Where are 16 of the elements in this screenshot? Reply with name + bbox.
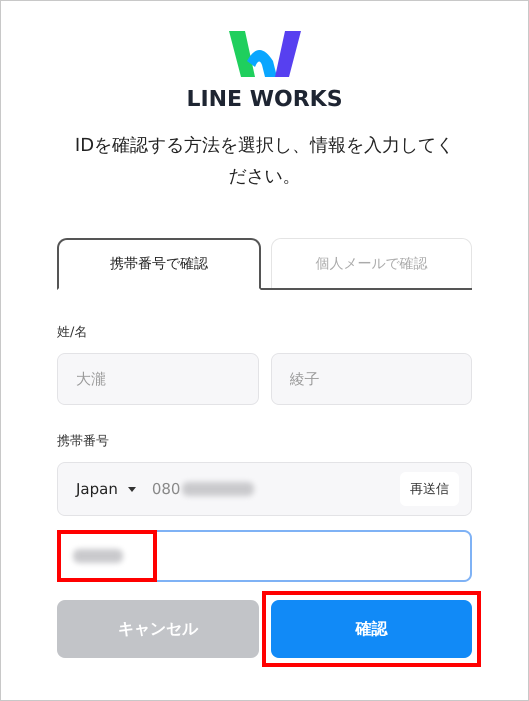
logo-icon xyxy=(228,31,300,77)
caret-icon xyxy=(128,486,136,492)
instruction-text: IDを確認する方法を選択し、情報を入力してください。 xyxy=(74,134,456,189)
logo-wordmark: LINE WORKS xyxy=(186,87,343,112)
name-field[interactable]: 大瀧 xyxy=(57,353,258,405)
phone-number: 080 xyxy=(152,480,180,498)
code-field[interactable] xyxy=(57,530,472,582)
country-select[interactable]: Japan xyxy=(76,480,118,498)
phone-field[interactable]: Japan 080 再送信 xyxy=(57,462,472,516)
resend-button[interactable]: 再送信 xyxy=(400,472,459,506)
name-field[interactable]: 綾子 xyxy=(270,353,472,405)
tab[interactable]: 携帯番号で確認 xyxy=(57,238,260,290)
field-label: 姓/名 xyxy=(57,324,88,341)
field-label: 携帯番号 xyxy=(57,433,110,450)
redaction-blur xyxy=(73,549,123,563)
confirm-button[interactable]: 確認 xyxy=(270,600,472,658)
